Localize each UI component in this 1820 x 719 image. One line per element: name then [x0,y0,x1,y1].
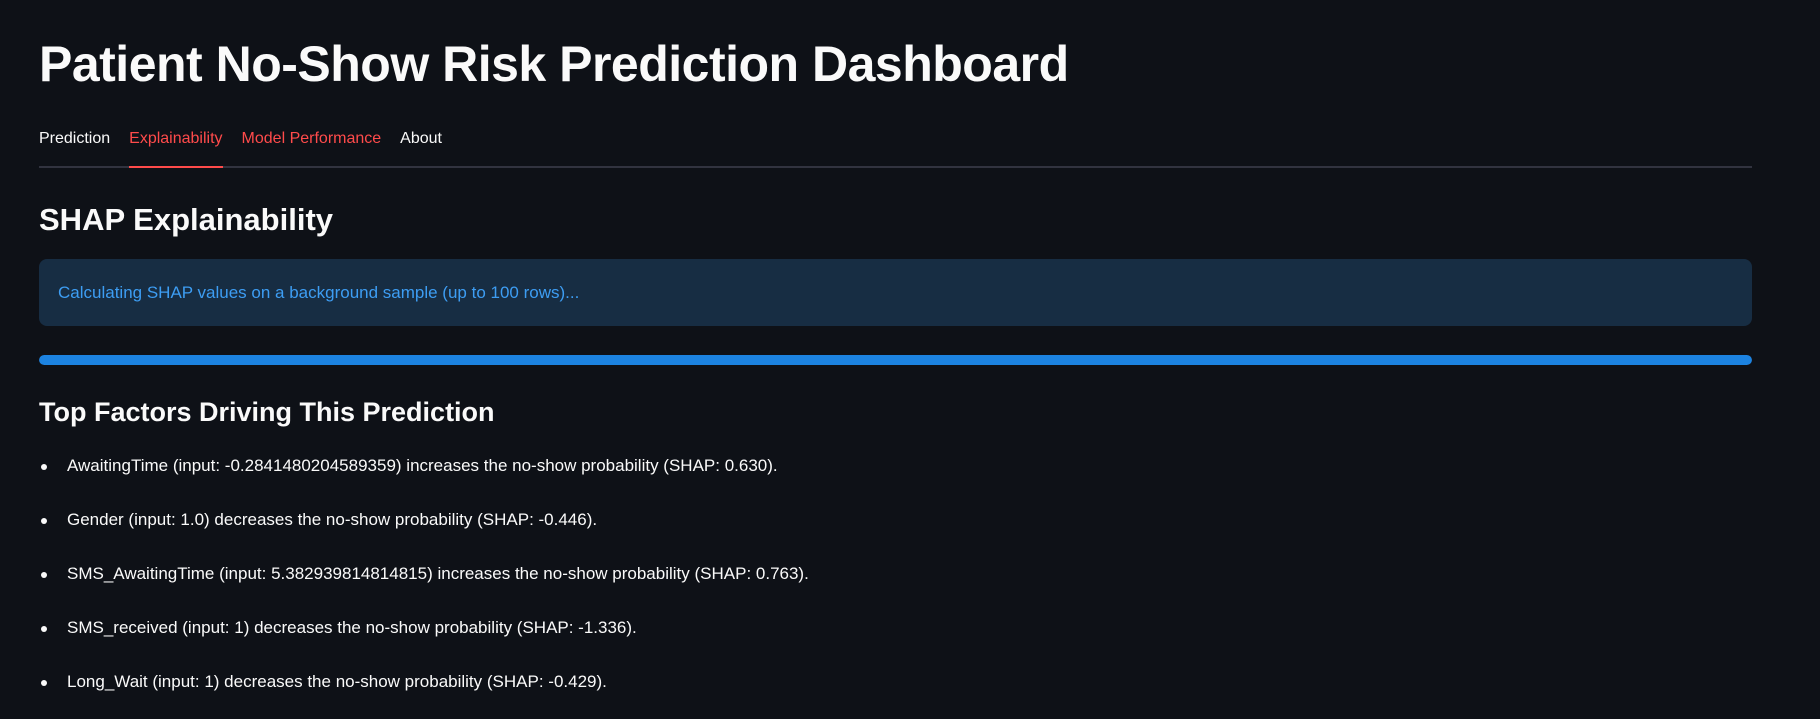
tab-prediction[interactable]: Prediction [39,124,110,166]
tab-model-performance[interactable]: Model Performance [242,124,382,166]
tab-about[interactable]: About [400,124,442,166]
progress-fill [39,355,1752,365]
factors-title: Top Factors Driving This Prediction [39,397,495,427]
factor-list: AwaitingTime (input: -0.2841480204589359… [39,449,809,719]
tab-bar: Prediction Explainability Model Performa… [39,124,1752,168]
list-item: SMS_AwaitingTime (input: 5.3829398148148… [39,557,809,611]
progress-bar [39,355,1752,365]
list-item: Long_Wait (input: 1) decreases the no-sh… [39,665,809,719]
list-item: AwaitingTime (input: -0.2841480204589359… [39,449,809,503]
page-title: Patient No-Show Risk Prediction Dashboar… [39,36,1069,92]
info-alert: Calculating SHAP values on a background … [39,259,1752,326]
tab-explainability[interactable]: Explainability [129,124,223,168]
list-item: SMS_received (input: 1) decreases the no… [39,611,809,665]
info-message: Calculating SHAP values on a background … [58,282,580,302]
section-title: SHAP Explainability [39,202,334,237]
list-item: Gender (input: 1.0) decreases the no-sho… [39,503,809,557]
